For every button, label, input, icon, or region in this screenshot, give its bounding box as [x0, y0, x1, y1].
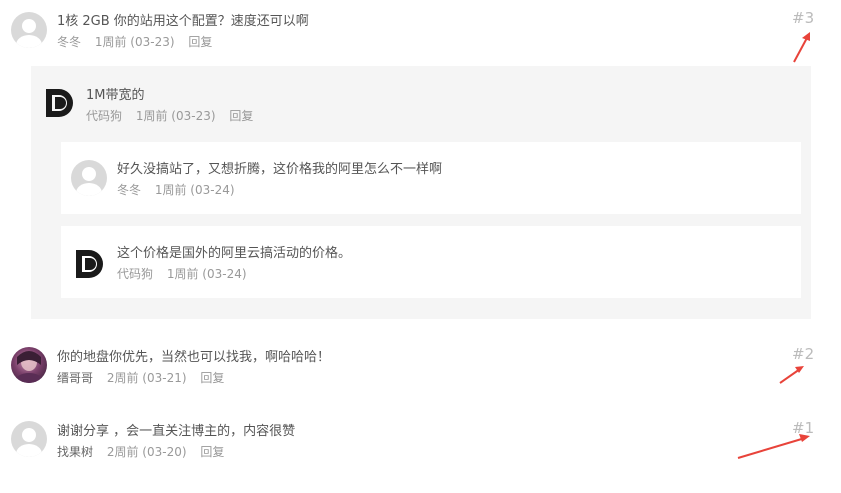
comment-meta: 冬冬 1周前 (03-23) 回复 [57, 33, 222, 50]
avatar[interactable] [11, 12, 47, 48]
person-silhouette-icon [16, 428, 42, 457]
reply-meta: 代码狗 1周前 (03-24) [117, 265, 257, 282]
person-silhouette-icon [76, 167, 102, 196]
dd-logo-icon[interactable] [75, 248, 107, 280]
reply-time: 1周前 (03-24) [154, 183, 235, 197]
reply-author[interactable]: 代码狗 [117, 267, 153, 281]
reply-thread: 1M带宽的 代码狗 1周前 (03-23) 回复 好久没搞站了，又想折腾，这价格… [31, 66, 811, 319]
reply-content: 1M带宽的 [86, 88, 145, 103]
nested-reply: 这个价格是国外的阿里云搞活动的价格。 代码狗 1周前 (03-24) [61, 226, 801, 298]
dd-logo-icon[interactable] [45, 87, 77, 119]
reply-button[interactable]: 回复 [188, 35, 212, 49]
red-arrow-icon [737, 434, 810, 459]
red-arrow-icon [779, 366, 804, 384]
comment-content: 谢谢分享 ，会一直关注博主的，内容很赞 [57, 424, 296, 439]
reply-content: 这个价格是国外的阿里云搞活动的价格。 [117, 246, 352, 261]
comment-time: 2周前 (03-20) [106, 445, 187, 459]
reply-author[interactable]: 冬冬 [117, 183, 141, 197]
person-silhouette-icon [16, 19, 42, 48]
reply-meta: 冬冬 1周前 (03-24) [117, 181, 245, 198]
comment-author[interactable]: 找果树 [57, 445, 93, 459]
comment-time: 2周前 (03-21) [106, 371, 187, 385]
comment-content: 你的地盘你优先，当然也可以找我，啊哈哈哈！ [57, 350, 331, 365]
user-photo-avatar-art [15, 351, 43, 383]
reply-author[interactable]: 代码狗 [86, 109, 122, 123]
reply-time: 1周前 (03-24) [166, 267, 247, 281]
comment-meta: 缙哥哥 2周前 (03-21) 回复 [57, 369, 234, 386]
comment-author[interactable]: 冬冬 [57, 35, 81, 49]
user-photo-avatar[interactable] [11, 347, 47, 383]
reply-button[interactable]: 回复 [200, 371, 224, 385]
reply-content: 好久没搞站了，又想折腾，这价格我的阿里怎么不一样啊 [117, 162, 443, 177]
floor-number: #3 [792, 9, 815, 27]
comment-time: 1周前 (03-23) [94, 35, 175, 49]
comment-meta: 找果树 2周前 (03-20) 回复 [57, 443, 234, 460]
reply-time: 1周前 (03-23) [135, 109, 216, 123]
floor-number: #2 [792, 345, 815, 363]
reply-meta: 代码狗 1周前 (03-23) 回复 [86, 107, 263, 124]
reply-button[interactable]: 回复 [200, 445, 224, 459]
avatar[interactable] [71, 160, 107, 196]
nested-reply: 好久没搞站了，又想折腾，这价格我的阿里怎么不一样啊 冬冬 1周前 (03-24) [61, 142, 801, 214]
comment-content: 1核 2GB 你的站用这个配置？速度还可以啊 [57, 14, 309, 29]
avatar[interactable] [11, 421, 47, 457]
reply-button[interactable]: 回复 [229, 109, 253, 123]
comment-author[interactable]: 缙哥哥 [57, 371, 93, 385]
red-arrow-icon [793, 32, 810, 63]
